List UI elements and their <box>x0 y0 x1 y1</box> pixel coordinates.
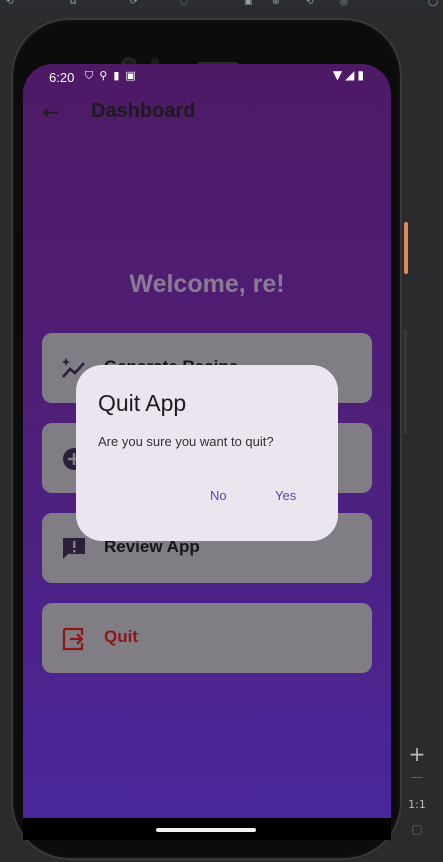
emulator-toolbar-glyph[interactable]: ⟳ <box>130 0 138 7</box>
app-bar: ← Dashboard <box>23 94 391 134</box>
app-screen: 6:20 ⛉⚲▮▣ ▼◢▮ ← Dashboard Welcome, re! G… <box>23 64 391 820</box>
sd-card-icon: ▮ <box>113 69 126 82</box>
status-time: 6:20 <box>49 70 75 85</box>
no-button[interactable]: No <box>210 488 227 503</box>
dialog-title: Quit App <box>98 390 187 416</box>
home-gesture-pill[interactable] <box>156 828 256 832</box>
navigation-bar <box>23 818 391 840</box>
status-left-icons: ⛉⚲▮▣ <box>85 69 142 83</box>
emulator-toolbar-glyph[interactable]: ◎ <box>340 0 348 7</box>
zoom-out-icon[interactable]: — <box>404 770 430 784</box>
emulator-toolbar-glyph[interactable]: ◯ <box>428 0 438 7</box>
fit-screen-icon[interactable]: ▢ <box>404 822 430 836</box>
wifi-icon: ▼ <box>332 68 346 82</box>
quit-card[interactable]: Quit <box>42 603 372 673</box>
welcome-heading: Welcome, re! <box>129 270 285 298</box>
signal-icon: ◢ <box>345 68 358 82</box>
shield-icon: ⛉ <box>85 69 100 82</box>
a-icon: ▣ <box>125 69 142 82</box>
feedback-icon <box>63 538 85 559</box>
quit-label: Quit <box>104 627 138 646</box>
power-button[interactable] <box>404 222 408 274</box>
emulator-toolbar-glyph[interactable]: ⧉ <box>70 0 76 7</box>
arrow-back-icon[interactable]: ← <box>39 100 63 124</box>
zoom-in-icon[interactable]: + <box>404 742 430 766</box>
usb-icon: ⚲ <box>99 69 114 82</box>
logout-icon <box>62 627 84 651</box>
emulator-toolbar-glyph[interactable]: ▣ <box>244 0 253 7</box>
status-right-icons: ▼◢▮ <box>333 68 367 82</box>
status-bar: 6:20 ⛉⚲▮▣ ▼◢▮ <box>23 64 391 90</box>
volume-button[interactable] <box>404 330 407 434</box>
emulator-toolbar-glyph[interactable]: ⟲ <box>6 0 14 7</box>
emulator-toolbar-glyph[interactable]: ◌ <box>180 0 188 7</box>
zoom-ratio-label[interactable]: 1:1 <box>404 798 430 811</box>
dialog-message: Are you sure you want to quit? <box>98 434 274 449</box>
quit-dialog: Quit App Are you sure you want to quit? … <box>76 365 338 541</box>
emulator-toolbar: ⟲ ⧉ ⟳ ◌ ▣ ⊕ ⟲ ◎ ◯ <box>0 0 443 8</box>
emulator-toolbar-glyph[interactable]: ⟲ <box>306 0 314 7</box>
battery-icon: ▮ <box>357 68 367 82</box>
page-title: Dashboard <box>91 100 196 122</box>
emulator-toolbar-glyph[interactable]: ⊕ <box>272 0 280 7</box>
yes-button[interactable]: Yes <box>275 488 296 503</box>
